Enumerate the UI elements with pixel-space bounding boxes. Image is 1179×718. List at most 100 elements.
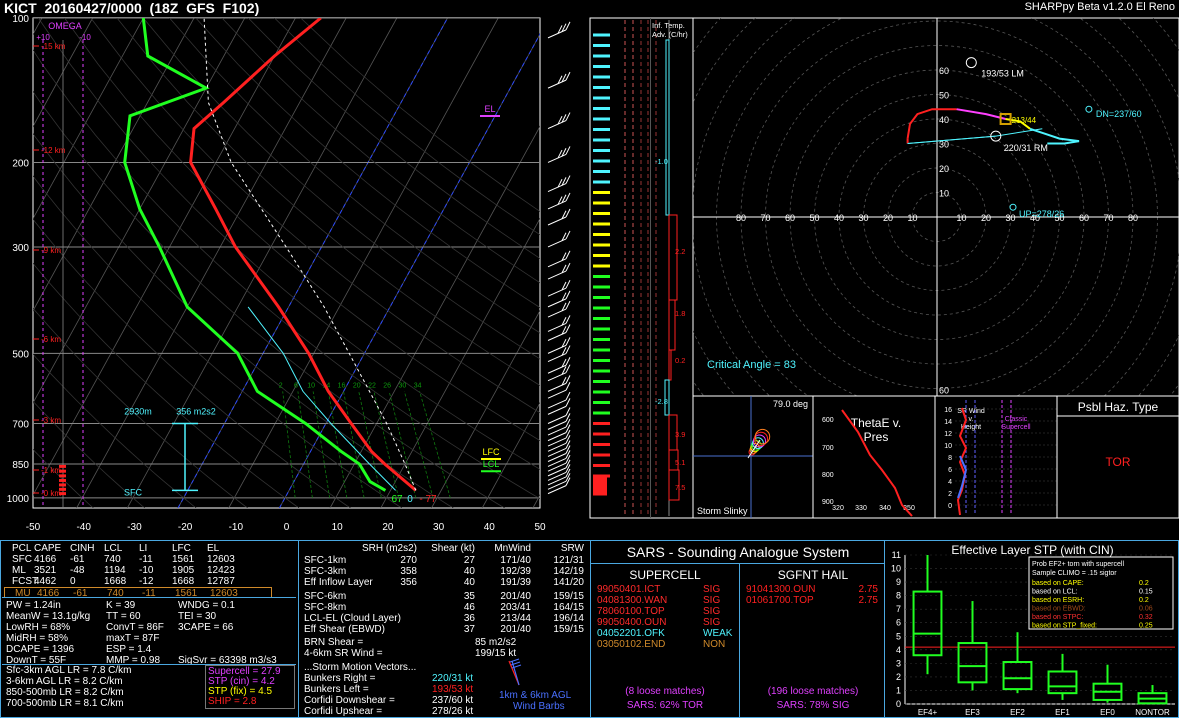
stp-ytick: 10: [891, 564, 901, 574]
temp-tick: 40: [484, 522, 496, 533]
mixing-ratio-label: 30: [398, 382, 406, 389]
kin-header: SRH (m2s2): [361, 543, 417, 554]
motion-value: 193/53 kt: [432, 684, 474, 695]
parcel-cell: 3521: [34, 565, 57, 576]
mixing-ratio-label: 6: [294, 382, 298, 389]
hodo-ring-label: 60: [939, 66, 949, 76]
thermo-col2: K = 39 TT = 60 ConvT = 86F maxT = 87F ESP = …: [106, 600, 164, 666]
kin-value: 164/15: [553, 602, 584, 613]
wind-barb-flag: [565, 473, 571, 482]
wind-barb-flag: [565, 192, 571, 202]
thermo-value: TT = 60: [106, 611, 141, 622]
stp-legend-label: based on ESRH:: [1032, 597, 1084, 604]
wind-barb-flag: [565, 290, 571, 300]
storm-slinky-panel: 79.0 deg Storm Slinky: [692, 395, 814, 519]
stp-box: [1002, 661, 1033, 691]
thermo-value: ConvT = 86F: [106, 622, 164, 633]
tadv-value: -1.0: [655, 157, 668, 166]
stp-category: EF2: [1010, 708, 1025, 717]
sars-panel: SARS - Sounding Analogue System SUPERCEL…: [590, 541, 885, 718]
wind-barb-flag: [565, 300, 571, 310]
stp-ytick: 7: [896, 604, 901, 614]
kin-value: 201/40: [500, 624, 531, 635]
stp-ytick: 0: [896, 699, 901, 709]
sars-supercell-row[interactable]: 04081300.WAN SIG: [597, 595, 727, 606]
hodo-tick: 20: [883, 213, 893, 223]
tadv-divider: [650, 18, 651, 518]
motion-label: Bunkers Left =: [304, 684, 369, 695]
tadv-value: -2.8: [655, 397, 668, 406]
sars-hail-row[interactable]: 91041300.OUN 2.75: [746, 584, 878, 595]
inflow-top-label: 2930m: [124, 406, 152, 416]
composite-value: STP (fix) = 4.5: [208, 686, 273, 697]
sfc-dewpoint: 67: [391, 494, 403, 505]
wind-barb-shaft: [547, 287, 567, 297]
thetae-ytick: 800: [822, 472, 834, 479]
wind-barb-shaft: [547, 183, 567, 193]
hodo-ring-label: 20: [939, 164, 949, 174]
parcel-row[interactable]: SFC 4166 -61 740 -11 1561 12603: [2, 554, 296, 565]
thermo-value: MidRH = 58%: [6, 633, 68, 644]
parcel-cell: 1668: [104, 576, 127, 587]
srwind-ytick: 6: [948, 467, 952, 474]
lm-label: 193/53 LM: [981, 69, 1024, 79]
sars-supercell-row[interactable]: 99050400.OUN SIG: [597, 617, 727, 628]
kin-row-label: SFC-8km: [304, 602, 347, 613]
srwind-ytick: 4: [948, 479, 952, 486]
parcel-cell: 4462: [34, 576, 57, 587]
parcel-row[interactable]: FCST 4462 0 1668 -12 1668 12787: [2, 576, 296, 587]
kin-value: 192/39: [500, 566, 531, 577]
srwind-ytick: 16: [944, 407, 952, 414]
wind-barb-shaft: [547, 453, 567, 462]
parcel-cell: 0: [70, 576, 76, 587]
wind-barb-flag: [565, 262, 571, 272]
kin-value: 270: [400, 555, 417, 566]
wind-barb-shaft: [547, 332, 567, 341]
srwind-annotation: Supercell: [1001, 424, 1031, 431]
omega-tick: +10: [36, 33, 50, 42]
sars-supercell-row[interactable]: 99050401.ICT SIG: [597, 584, 727, 595]
parcel-header[interactable]: PCL CAPE CINH LCL LI LFC EL: [2, 543, 296, 554]
stp-ytick: 2: [896, 672, 901, 682]
thermo-value: TEI = 30: [178, 611, 217, 622]
thermo-value: [178, 644, 277, 655]
mixing-ratio-label: 20: [353, 382, 361, 389]
sars-supercell-row[interactable]: 78060100.TOP SIG: [597, 606, 727, 617]
wind-barb-flag: [565, 71, 571, 81]
temp-tick: 0: [284, 522, 290, 533]
tadv-value: 0.2: [675, 356, 685, 365]
wind-barb-shaft: [547, 238, 567, 248]
hail-matches: (196 loose matches): [767, 686, 859, 697]
thetae-ytick: 700: [822, 445, 834, 452]
sars-hail-row[interactable]: 01061700.TOP 2.75: [746, 595, 878, 606]
wind-barb-flag: [565, 230, 571, 240]
sars-supercell-row[interactable]: 04052201.OFK WEAK: [597, 628, 732, 639]
hodo-ring-label: 50: [939, 91, 949, 101]
hodo-ring-label: 40: [939, 115, 949, 125]
stp-ytick: 8: [896, 591, 901, 601]
wind-barb: [547, 175, 571, 193]
kin-value: 35: [463, 591, 475, 602]
hodo-ring-label: 10: [939, 189, 949, 199]
stp-legend-label: based on STPC:: [1032, 614, 1083, 621]
srwind-ytick: 12: [944, 431, 952, 438]
srwind-title: v.: [969, 416, 974, 423]
wind-barb-shaft: [547, 298, 567, 308]
parcel-cell: -61: [70, 554, 85, 565]
sars-match-tag: SIG: [703, 617, 721, 628]
thermo-value: ESP = 1.4: [106, 644, 152, 655]
hodo-tick: 70: [1103, 213, 1113, 223]
hodo-tick: 80: [736, 213, 746, 223]
sars-match-tag: WEAK: [703, 628, 733, 639]
parcel-cell: CAPE: [34, 543, 62, 554]
wind-barb-flag: [565, 364, 571, 373]
wind-barb: [547, 429, 571, 447]
stp-category: EF4+: [918, 708, 938, 717]
hodo-tick: 40: [834, 213, 844, 223]
parcel-row[interactable]: ML 3521 -48 1194 -10 1905 12423: [2, 565, 296, 576]
sars-match-id: 99050400.OUN: [597, 617, 667, 628]
tadv-value: 1.8: [675, 309, 685, 318]
kin-value: 191/39: [500, 577, 531, 588]
sars-supercell-row[interactable]: 03050102.END NON: [597, 639, 727, 650]
kin-value: 142/19: [553, 566, 584, 577]
